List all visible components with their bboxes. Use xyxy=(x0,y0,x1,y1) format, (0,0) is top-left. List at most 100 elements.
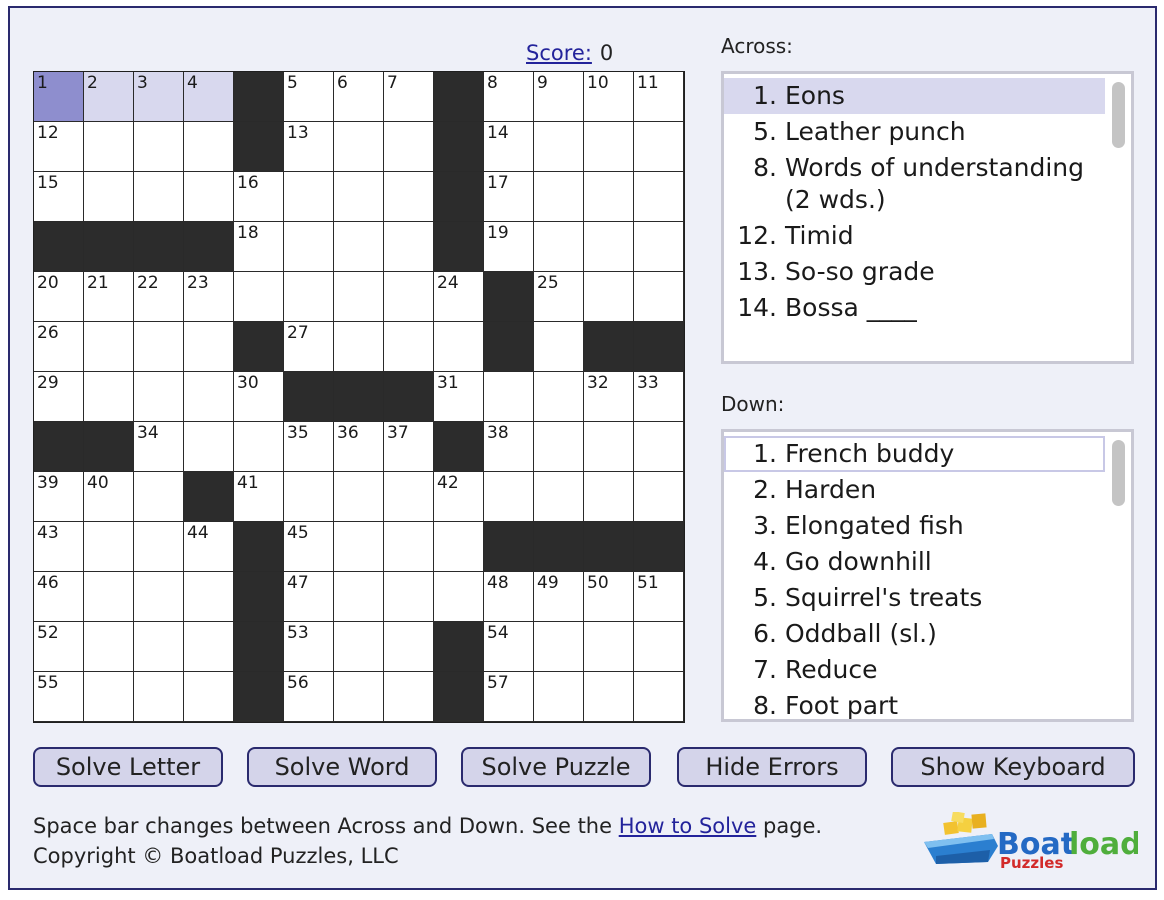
grid-cell[interactable] xyxy=(84,672,134,722)
grid-cell[interactable] xyxy=(534,422,584,472)
grid-cell[interactable] xyxy=(184,572,234,622)
across-scroll-thumb[interactable] xyxy=(1112,82,1125,148)
grid-cell[interactable] xyxy=(584,172,634,222)
grid-cell[interactable]: 38 xyxy=(484,422,534,472)
grid-cell[interactable]: 10 xyxy=(584,72,634,122)
down-clue-item[interactable]: 7. Reduce xyxy=(724,652,1105,688)
grid-cell[interactable] xyxy=(634,122,684,172)
grid-cell[interactable] xyxy=(334,272,384,322)
grid-cell[interactable] xyxy=(234,272,284,322)
grid-cell[interactable] xyxy=(434,522,484,572)
grid-cell[interactable] xyxy=(84,522,134,572)
grid-cell[interactable] xyxy=(134,472,184,522)
grid-cell[interactable]: 7 xyxy=(384,72,434,122)
grid-cell[interactable] xyxy=(134,122,184,172)
grid-cell[interactable] xyxy=(384,172,434,222)
grid-cell[interactable] xyxy=(334,572,384,622)
grid-cell[interactable]: 1 xyxy=(34,72,84,122)
grid-cell[interactable] xyxy=(584,272,634,322)
down-scroll-thumb[interactable] xyxy=(1112,440,1125,506)
grid-cell[interactable]: 12 xyxy=(34,122,84,172)
grid-cell[interactable]: 30 xyxy=(234,372,284,422)
grid-cell[interactable]: 21 xyxy=(84,272,134,322)
solve-word-button[interactable]: Solve Word xyxy=(247,747,437,787)
across-clue-list[interactable]: 1. Eons 5. Leather punch 8. Words of understa… xyxy=(721,71,1134,364)
across-clue-item[interactable]: 8. Words of understanding (2 wds.) xyxy=(724,150,1105,218)
grid-cell[interactable]: 5 xyxy=(284,72,334,122)
grid-cell[interactable] xyxy=(284,172,334,222)
grid-cell[interactable] xyxy=(384,272,434,322)
grid-cell[interactable]: 18 xyxy=(234,222,284,272)
grid-cell[interactable]: 3 xyxy=(134,72,184,122)
grid-cell[interactable] xyxy=(634,272,684,322)
grid-cell[interactable] xyxy=(384,522,434,572)
grid-cell[interactable] xyxy=(384,472,434,522)
grid-cell[interactable]: 17 xyxy=(484,172,534,222)
grid-cell[interactable] xyxy=(584,472,634,522)
grid-cell[interactable]: 24 xyxy=(434,272,484,322)
grid-cell[interactable]: 8 xyxy=(484,72,534,122)
grid-cell[interactable] xyxy=(84,122,134,172)
grid-cell[interactable] xyxy=(134,322,184,372)
grid-cell[interactable]: 34 xyxy=(134,422,184,472)
grid-cell[interactable]: 14 xyxy=(484,122,534,172)
grid-cell[interactable] xyxy=(534,672,584,722)
grid-cell[interactable] xyxy=(134,172,184,222)
grid-cell[interactable]: 36 xyxy=(334,422,384,472)
grid-cell[interactable] xyxy=(184,622,234,672)
grid-cell[interactable] xyxy=(134,522,184,572)
grid-cell[interactable] xyxy=(384,622,434,672)
grid-cell[interactable] xyxy=(284,272,334,322)
solve-puzzle-button[interactable]: Solve Puzzle xyxy=(461,747,651,787)
grid-cell[interactable] xyxy=(534,322,584,372)
grid-cell[interactable]: 13 xyxy=(284,122,334,172)
across-clue-item[interactable]: 1. Eons xyxy=(724,78,1105,114)
down-clue-item[interactable]: 5. Squirrel's treats xyxy=(724,580,1105,616)
grid-cell[interactable] xyxy=(384,572,434,622)
solve-letter-button[interactable]: Solve Letter xyxy=(33,747,223,787)
grid-cell[interactable]: 27 xyxy=(284,322,334,372)
grid-cell[interactable] xyxy=(584,622,634,672)
grid-cell[interactable]: 56 xyxy=(284,672,334,722)
grid-cell[interactable]: 55 xyxy=(34,672,84,722)
grid-cell[interactable]: 35 xyxy=(284,422,334,472)
grid-cell[interactable] xyxy=(134,622,184,672)
grid-cell[interactable]: 40 xyxy=(84,472,134,522)
grid-cell[interactable] xyxy=(84,572,134,622)
grid-cell[interactable] xyxy=(334,172,384,222)
grid-cell[interactable] xyxy=(534,622,584,672)
grid-cell[interactable] xyxy=(634,422,684,472)
hide-errors-button[interactable]: Hide Errors xyxy=(677,747,867,787)
grid-cell[interactable]: 19 xyxy=(484,222,534,272)
grid-cell[interactable] xyxy=(634,472,684,522)
grid-cell[interactable]: 47 xyxy=(284,572,334,622)
grid-cell[interactable] xyxy=(334,672,384,722)
score-link[interactable]: Score: xyxy=(526,41,592,65)
down-clue-item[interactable]: 4. Go downhill xyxy=(724,544,1105,580)
grid-cell[interactable]: 42 xyxy=(434,472,484,522)
grid-cell[interactable]: 53 xyxy=(284,622,334,672)
grid-cell[interactable] xyxy=(534,172,584,222)
grid-cell[interactable] xyxy=(534,372,584,422)
grid-cell[interactable]: 6 xyxy=(334,72,384,122)
grid-cell[interactable] xyxy=(134,672,184,722)
grid-cell[interactable]: 20 xyxy=(34,272,84,322)
show-keyboard-button[interactable]: Show Keyboard xyxy=(891,747,1135,787)
grid-cell[interactable]: 16 xyxy=(234,172,284,222)
grid-cell[interactable] xyxy=(284,222,334,272)
grid-cell[interactable]: 9 xyxy=(534,72,584,122)
grid-cell[interactable]: 57 xyxy=(484,672,534,722)
across-clue-item[interactable]: 13. So-so grade xyxy=(724,254,1105,290)
grid-cell[interactable] xyxy=(384,672,434,722)
grid-cell[interactable] xyxy=(334,522,384,572)
grid-cell[interactable]: 54 xyxy=(484,622,534,672)
grid-cell[interactable] xyxy=(84,322,134,372)
grid-cell[interactable] xyxy=(584,122,634,172)
grid-cell[interactable]: 31 xyxy=(434,372,484,422)
grid-cell[interactable] xyxy=(634,172,684,222)
grid-cell[interactable]: 32 xyxy=(584,372,634,422)
grid-cell[interactable] xyxy=(584,222,634,272)
down-clue-item[interactable]: 2. Harden xyxy=(724,472,1105,508)
grid-cell[interactable] xyxy=(634,672,684,722)
grid-cell[interactable] xyxy=(84,372,134,422)
